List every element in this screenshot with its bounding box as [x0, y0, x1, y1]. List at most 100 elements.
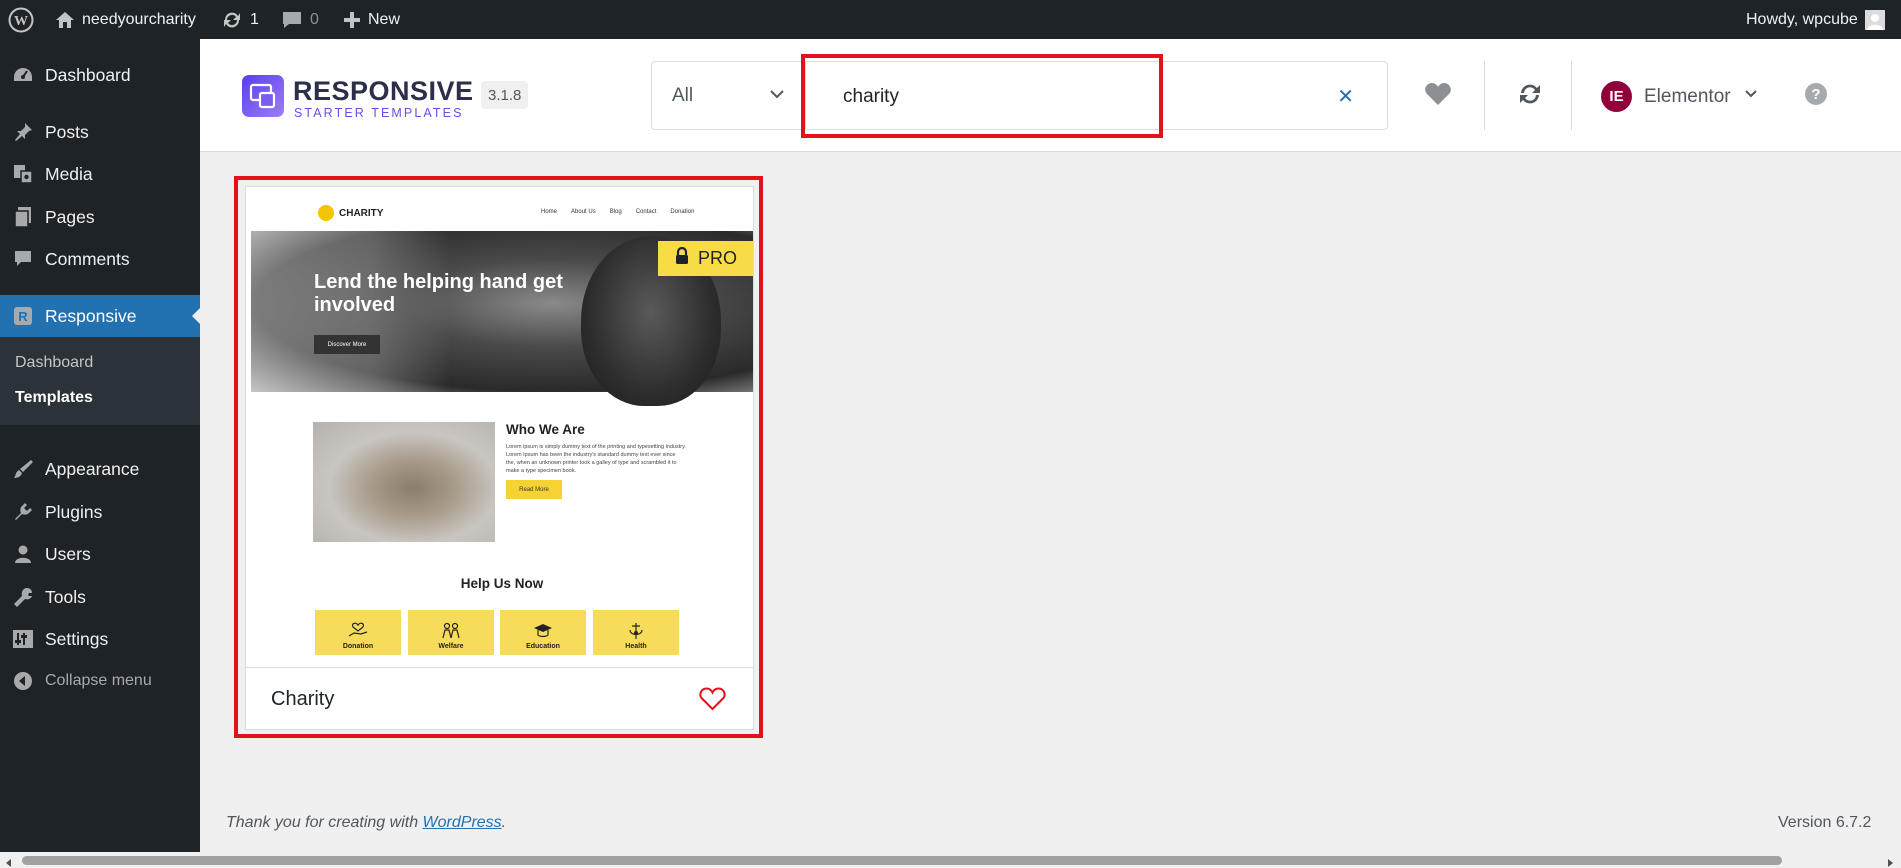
paintbrush-icon: [0, 458, 45, 480]
preview-help-item: Welfare: [408, 610, 494, 655]
templates-header: RESPONSIVE STARTER TEMPLATES 3.1.8 All ✕…: [200, 39, 1901, 152]
header-divider: [1571, 61, 1572, 130]
sync-icon[interactable]: [1516, 81, 1544, 112]
sidebar-item-responsive[interactable]: R Responsive: [0, 295, 200, 337]
updates-link[interactable]: 1: [221, 0, 259, 39]
admin-footer-thanks: Thank you for creating with WordPress.: [226, 814, 506, 832]
page-builder-select[interactable]: IE Elementor: [1601, 81, 1759, 112]
plus-icon: [343, 11, 361, 29]
footer-period: .: [501, 814, 507, 831]
site-name-link[interactable]: needyourcharity: [55, 0, 196, 39]
favorite-heart-icon[interactable]: [698, 686, 727, 717]
sidebar-item-appearance[interactable]: Appearance: [0, 448, 200, 490]
collapse-menu-label: Collapse menu: [45, 672, 152, 689]
preview-help-item: Donation: [315, 610, 401, 655]
help-item-label: Donation: [342, 643, 374, 650]
search-box: ✕: [806, 61, 1388, 130]
version-badge: 3.1.8: [481, 81, 529, 109]
sidebar-item-media[interactable]: Media: [0, 153, 200, 195]
horizontal-scrollbar[interactable]: [0, 852, 1901, 868]
template-card[interactable]: CHARITY Home About Us Blog Contact Donat…: [245, 186, 754, 730]
scrollbar-thumb[interactable]: [22, 856, 1782, 865]
preview-nav-link: Blog: [609, 209, 622, 215]
template-preview[interactable]: CHARITY Home About Us Blog Contact Donat…: [251, 191, 753, 667]
scroll-right-arrow-icon[interactable]: [1885, 855, 1895, 868]
wordpress-logo-icon[interactable]: W: [8, 0, 34, 39]
greeting: Howdy, wpcube: [1746, 10, 1858, 28]
builder-label: Elementor: [1644, 85, 1731, 107]
home-icon: [55, 11, 75, 29]
preview-hero-button: Discover More: [314, 335, 380, 354]
wrench-icon: [0, 586, 45, 608]
dashboard-icon: [0, 65, 45, 85]
lock-icon: [675, 246, 689, 270]
sidebar-item-label: Responsive: [45, 305, 137, 326]
settings-sliders-icon: [0, 629, 45, 649]
preview-help-title: Help Us Now: [460, 576, 544, 591]
submenu-item-dashboard[interactable]: Dashboard: [15, 354, 93, 372]
help-item-label: Welfare: [438, 643, 464, 650]
updates-icon: [221, 10, 243, 30]
pro-badge: PRO: [658, 241, 753, 276]
comments-link[interactable]: 0: [281, 0, 319, 39]
sidebar-item-label: Media: [45, 163, 93, 184]
new-content-link[interactable]: New: [343, 0, 400, 39]
sidebar-item-label: Pages: [45, 206, 95, 227]
admin-bar: W needyourcharity 1 0 New Howdy, wpcube: [0, 0, 1901, 39]
graduation-cap-icon: [534, 624, 552, 638]
sidebar-item-dashboard[interactable]: Dashboard: [0, 54, 200, 96]
search-input[interactable]: [843, 83, 1323, 111]
sidebar-item-users[interactable]: Users: [0, 533, 200, 575]
sidebar-item-comments[interactable]: Comments: [0, 238, 200, 280]
sidebar-item-label: Dashboard: [45, 64, 131, 85]
sidebar-item-label: Settings: [45, 628, 109, 649]
scroll-left-arrow-icon[interactable]: [4, 855, 14, 868]
help-item-label: Health: [625, 643, 647, 650]
sidebar-item-label: Users: [45, 543, 91, 564]
collapse-menu-button[interactable]: Collapse menu: [0, 660, 200, 702]
elementor-logo-icon: IE: [1601, 81, 1632, 112]
submenu-item-templates[interactable]: Templates: [15, 389, 93, 407]
help-item-label: Education: [526, 643, 560, 650]
wordpress-link[interactable]: WordPress: [423, 814, 502, 831]
pushpin-icon: [0, 121, 45, 143]
header-divider: [1484, 61, 1485, 130]
avatar: [1864, 9, 1885, 30]
comment-bubble-icon: [281, 10, 303, 30]
svg-text:R: R: [18, 309, 28, 324]
preview-team-hands-image: [313, 422, 495, 542]
preview-section-title: Who We Are: [506, 422, 585, 437]
health-icon: [629, 623, 643, 639]
svg-text:?: ?: [1811, 86, 1820, 103]
category-filter-select[interactable]: All: [651, 61, 806, 130]
sidebar-item-posts[interactable]: Posts: [0, 111, 200, 153]
chevron-down-icon: [1743, 86, 1759, 108]
template-title[interactable]: Charity: [271, 688, 334, 711]
preview-nav-link: Home: [541, 209, 558, 215]
sidebar-item-label: Tools: [45, 586, 86, 607]
pages-icon: [0, 206, 45, 228]
clear-search-icon[interactable]: ✕: [1337, 87, 1354, 107]
sidebar-item-label: Comments: [45, 248, 130, 269]
donation-hand-icon: [348, 622, 368, 637]
footer-thanks-text: Thank you for creating with: [226, 814, 423, 831]
responsive-submenu: Dashboard Templates: [0, 337, 200, 425]
my-account-link[interactable]: Howdy, wpcube: [1746, 0, 1885, 39]
sidebar-item-label: Posts: [45, 121, 89, 142]
favorites-heart-icon[interactable]: [1424, 81, 1452, 112]
preview-read-more-button: Read More: [506, 480, 562, 499]
collapse-arrow-icon: [0, 671, 45, 691]
sidebar-item-plugins[interactable]: Plugins: [0, 491, 200, 533]
filter-value: All: [672, 84, 694, 106]
sidebar-item-settings[interactable]: Settings: [0, 618, 200, 660]
sidebar-item-label: Plugins: [45, 501, 103, 522]
sidebar-item-tools[interactable]: Tools: [0, 576, 200, 618]
help-icon[interactable]: ?: [1803, 81, 1829, 112]
preview-help-item: Education: [500, 610, 586, 655]
preview-help-item: Health: [593, 610, 679, 655]
sidebar-item-pages[interactable]: Pages: [0, 196, 200, 238]
site-name: needyourcharity: [82, 10, 196, 28]
charity-logo-icon: [318, 205, 334, 221]
chevron-down-icon: [769, 86, 785, 108]
responsive-logo-icon: [242, 75, 284, 117]
